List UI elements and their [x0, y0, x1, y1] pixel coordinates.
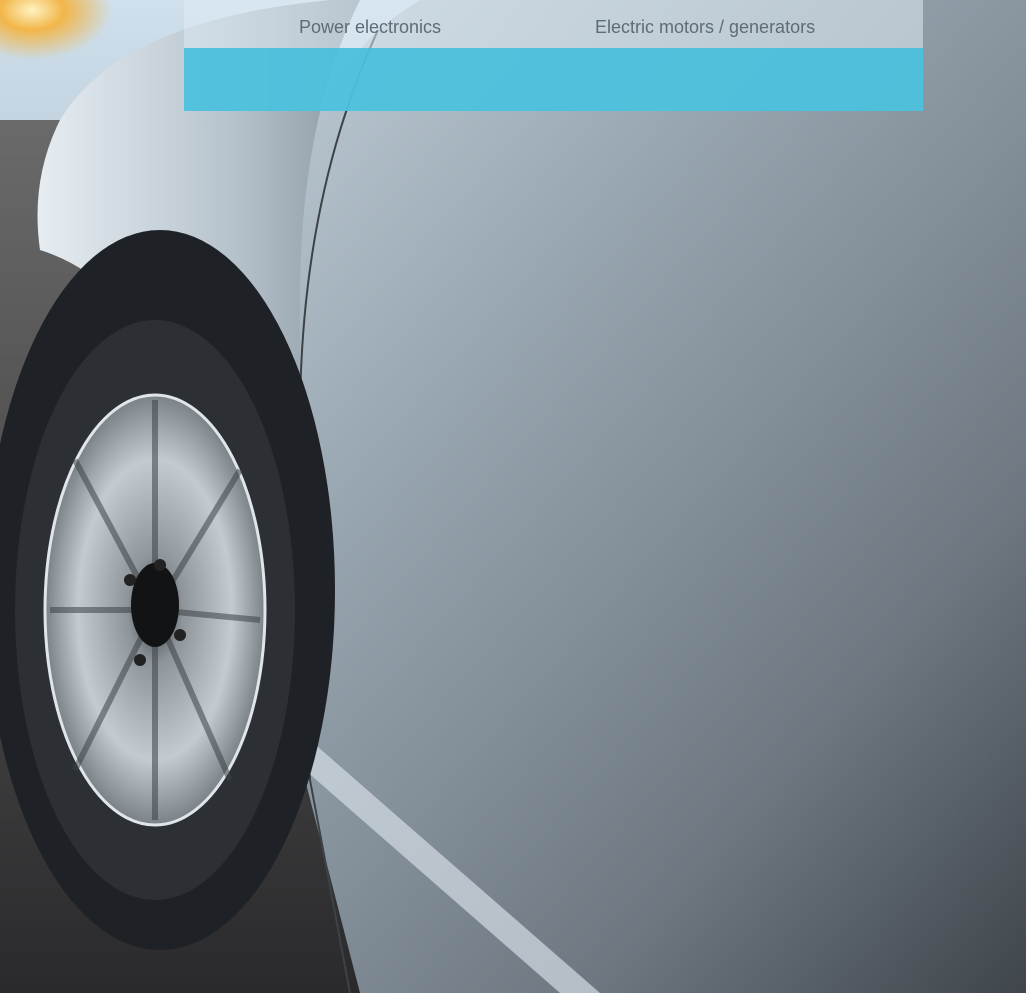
page: Power electronics Electric motors / gene… — [0, 0, 1026, 993]
hero-car-image — [0, 0, 1026, 993]
nav-item-power-electronics[interactable]: Power electronics — [299, 16, 441, 38]
accent-banner — [184, 48, 923, 111]
nav-item-electric-motors-generators[interactable]: Electric motors / generators — [595, 16, 815, 38]
top-navigation: Power electronics Electric motors / gene… — [184, 0, 923, 48]
